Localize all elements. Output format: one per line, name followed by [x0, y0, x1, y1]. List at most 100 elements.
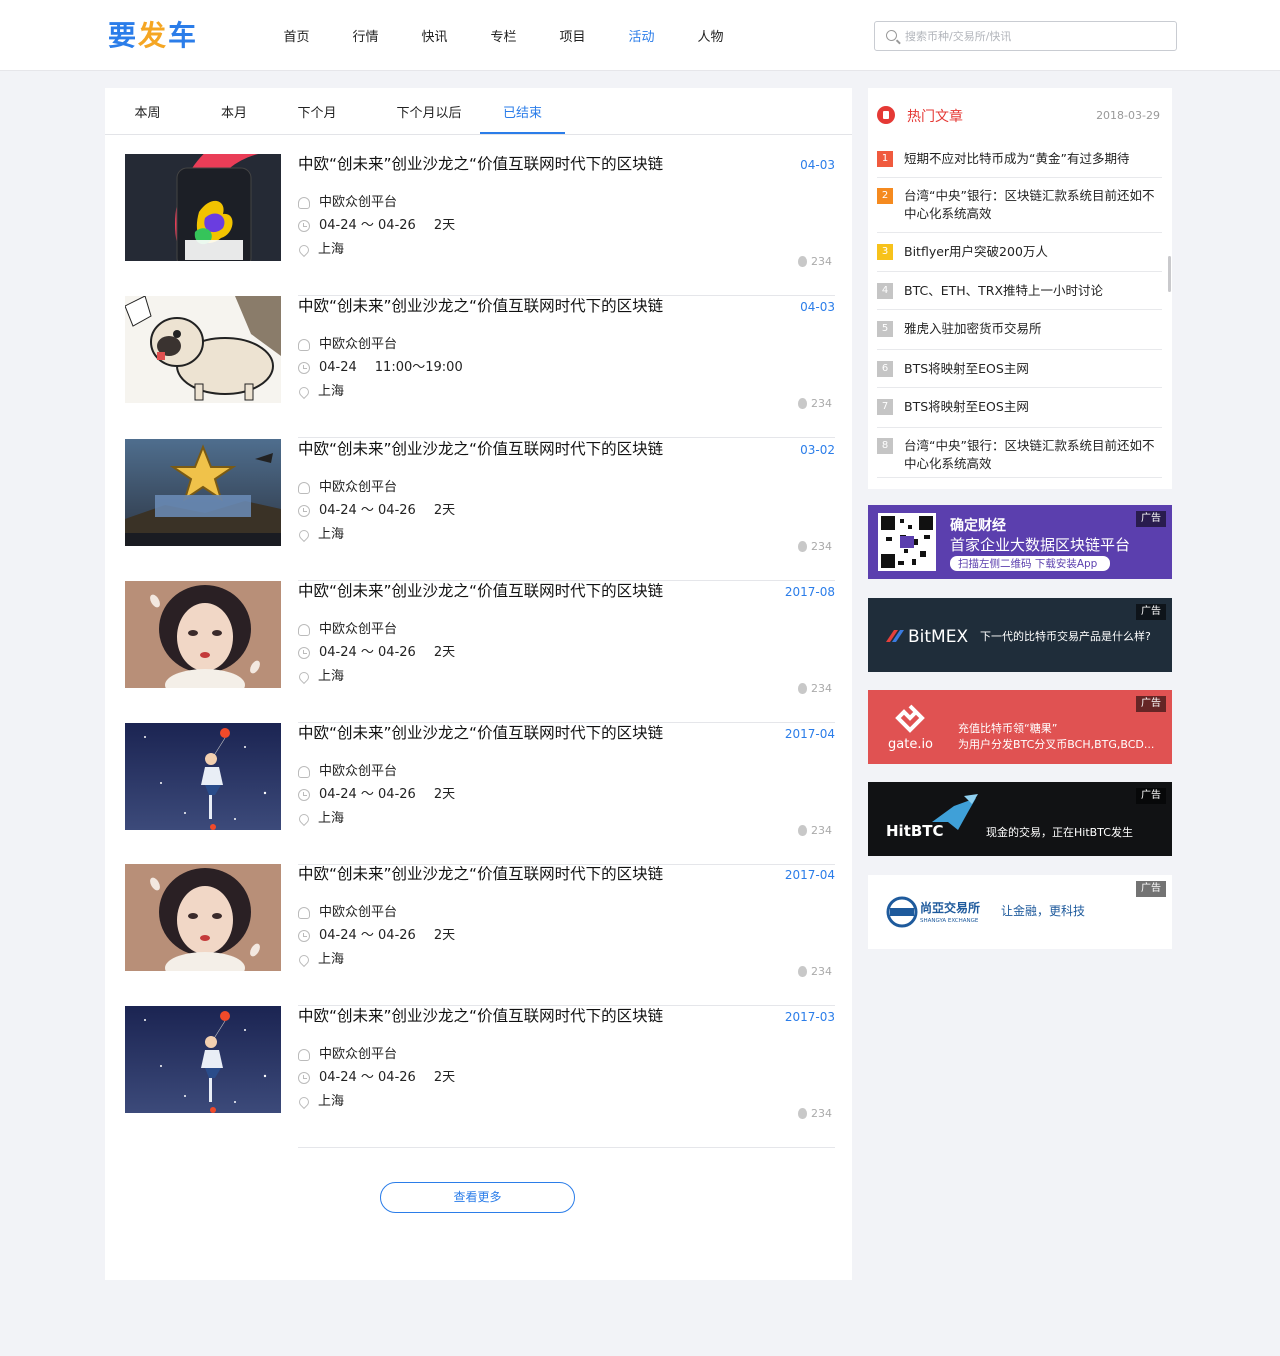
site-logo[interactable]: 要发车: [108, 18, 198, 54]
event-thumbnail[interactable]: [125, 296, 281, 403]
event-title[interactable]: 中欧“创未来”创业沙龙之“价值互联网时代下的区块链: [298, 864, 663, 884]
event-location: 上海: [318, 527, 345, 542]
fire-icon: [798, 398, 807, 409]
rank-badge: 4: [877, 283, 893, 299]
nav-item-1[interactable]: 行情: [331, 0, 400, 71]
location-pin-icon: [296, 527, 312, 543]
event-organizer-row: 中欧众创平台: [298, 763, 397, 781]
hot-article-item[interactable]: 1 短期不应对比特币成为“黄金”有过多期待: [877, 140, 1162, 178]
event-organizer: 中欧众创平台: [319, 480, 398, 495]
ad-banner-2[interactable]: gate.io 充值比特币领“糖果” 为用户分发BTC分叉币BCH,BTG,BC…: [868, 690, 1172, 764]
hot-count-value: 234: [811, 682, 832, 695]
svg-text:首家企业大数据区块链平台: 首家企业大数据区块链平台: [950, 536, 1130, 554]
event-item[interactable]: 中欧“创未来”创业沙龙之“价值互联网时代下的区块链 2017-04 中欧众创平台…: [105, 723, 852, 865]
tab-3[interactable]: 下个月以后: [381, 88, 477, 135]
hot-article-item[interactable]: 3 Bitflyer用户突破200万人: [877, 233, 1162, 272]
event-hot-count: 234: [798, 682, 832, 695]
clock-icon: [298, 789, 310, 801]
hot-article-item[interactable]: 4 BTC、ETH、TRX推特上一小时讨论: [877, 272, 1162, 310]
hot-article-item[interactable]: 6 BTS将映射至EOS主网: [877, 350, 1162, 388]
event-hot-count: 234: [798, 255, 832, 268]
location-pin-icon: [296, 669, 312, 685]
event-item[interactable]: 中欧“创未来”创业沙龙之“价值互联网时代下的区块链 2017-04 中欧众创平台…: [105, 864, 852, 1006]
nav-item-3[interactable]: 专栏: [469, 0, 538, 71]
event-title[interactable]: 中欧“创未来”创业沙龙之“价值互联网时代下的区块链: [298, 581, 663, 601]
hot-article-title[interactable]: BTC、ETH、TRX推特上一小时讨论: [904, 282, 1159, 300]
nav-item-5[interactable]: 活动: [607, 0, 676, 71]
hot-count-value: 234: [811, 965, 832, 978]
hot-articles-date: 2018-03-29: [1096, 109, 1160, 122]
user-icon: [298, 624, 310, 636]
document-icon: [877, 106, 895, 124]
event-item[interactable]: 中欧“创未来”创业沙龙之“价值互联网时代下的区块链 04-03 中欧众创平台 0…: [105, 154, 852, 296]
event-date: 2017-04: [784, 868, 835, 882]
hot-count-value: 234: [811, 1107, 832, 1120]
ad-tag: 广告: [1136, 511, 1166, 527]
sidebar-scrollbar[interactable]: [1168, 256, 1171, 292]
event-location: 上海: [318, 669, 345, 684]
fire-icon: [798, 541, 807, 552]
hot-article-item[interactable]: 8 台湾“中央”银行：区块链汇款系统目前还如不中心化系统高效: [877, 428, 1162, 478]
hot-article-title[interactable]: 台湾“中央”银行：区块链汇款系统目前还如不中心化系统高效: [904, 187, 1159, 223]
tab-0[interactable]: 本周: [125, 88, 170, 135]
hot-article-title[interactable]: 雅虎入驻加密货币交易所: [904, 320, 1159, 338]
event-item[interactable]: 中欧“创未来”创业沙龙之“价值互联网时代下的区块链 03-02 中欧众创平台 0…: [105, 439, 852, 581]
rank-badge: 5: [877, 321, 893, 337]
tab-2[interactable]: 下个月: [295, 88, 339, 135]
event-duration: 11:00～19:00: [374, 360, 463, 375]
hot-article-item[interactable]: 5 雅虎入驻加密货币交易所: [877, 310, 1162, 350]
hot-article-title[interactable]: BTS将映射至EOS主网: [904, 398, 1159, 416]
svg-text:HitBTC: HitBTC: [886, 822, 944, 840]
ad-banner-4[interactable]: 尚亞交易所 SHANGYA EXCHANGE 让金融，更科技 广告: [868, 875, 1172, 949]
top-header: 要发车 首页 行情 快讯 专栏 项目 活动 人物: [0, 0, 1280, 71]
event-thumbnail[interactable]: [125, 723, 281, 830]
search-icon[interactable]: [886, 30, 897, 41]
hot-article-title[interactable]: 短期不应对比特币成为“黄金”有过多期待: [904, 150, 1159, 168]
hot-article-item[interactable]: 2 台湾“中央”银行：区块链汇款系统目前还如不中心化系统高效: [877, 178, 1162, 233]
event-organizer: 中欧众创平台: [319, 905, 398, 920]
nav-item-6[interactable]: 人物: [676, 0, 745, 71]
event-location: 上海: [318, 384, 345, 399]
event-title[interactable]: 中欧“创未来”创业沙龙之“价值互联网时代下的区块链: [298, 154, 663, 174]
event-location: 上海: [318, 811, 345, 826]
nav-item-0[interactable]: 首页: [262, 0, 331, 71]
hot-article-title[interactable]: Bitflyer用户突破200万人: [904, 243, 1159, 261]
nav-item-4[interactable]: 项目: [538, 0, 607, 71]
divider: [298, 437, 835, 438]
event-thumbnail[interactable]: [125, 581, 281, 688]
search-box: [874, 21, 1177, 51]
event-time-range: 04-24 ～ 04-26: [319, 787, 416, 802]
event-title[interactable]: 中欧“创未来”创业沙龙之“价值互联网时代下的区块链: [298, 1006, 663, 1026]
hot-article-item[interactable]: 7 BTS将映射至EOS主网: [877, 388, 1162, 428]
tab-1[interactable]: 本月: [210, 88, 258, 135]
event-time-row: 04-24 11:00～19:00: [298, 359, 463, 377]
ad-banner-1[interactable]: BitMEX 下一代的比特币交易产品是什么样? 广告: [868, 598, 1172, 672]
event-thumbnail[interactable]: [125, 154, 281, 261]
svg-text:让金融，更科技: 让金融，更科技: [1001, 903, 1085, 918]
event-thumbnail[interactable]: [125, 1006, 281, 1113]
clock-icon: [298, 1072, 310, 1084]
search-input[interactable]: [905, 26, 1165, 46]
event-title[interactable]: 中欧“创未来”创业沙龙之“价值互联网时代下的区块链: [298, 723, 663, 743]
event-item[interactable]: 中欧“创未来”创业沙龙之“价值互联网时代下的区块链 04-03 中欧众创平台 0…: [105, 296, 852, 438]
event-thumbnail[interactable]: [125, 439, 281, 546]
event-duration: 2天: [433, 787, 456, 802]
event-title[interactable]: 中欧“创未来”创业沙龙之“价值互联网时代下的区块链: [298, 439, 663, 459]
ad-banner-0[interactable]: 确定财经 首家企业大数据区块链平台 扫描左侧二维码 下载安装App 广告: [868, 505, 1172, 579]
event-title[interactable]: 中欧“创未来”创业沙龙之“价值互联网时代下的区块链: [298, 296, 663, 316]
clock-icon: [298, 930, 310, 942]
event-thumbnail[interactable]: [125, 864, 281, 971]
load-more-button[interactable]: 查看更多: [380, 1182, 575, 1213]
svg-text:确定财经: 确定财经: [950, 517, 1006, 534]
event-time-row: 04-24 ～ 04-26 2天: [298, 1069, 455, 1087]
event-item[interactable]: 中欧“创未来”创业沙龙之“价值互联网时代下的区块链 2017-08 中欧众创平台…: [105, 581, 852, 723]
svg-text:gate.io: gate.io: [888, 737, 933, 752]
hot-article-title[interactable]: 台湾“中央”银行：区块链汇款系统目前还如不中心化系统高效: [904, 437, 1159, 473]
hot-article-title[interactable]: BTS将映射至EOS主网: [904, 360, 1159, 378]
clock-icon: [298, 220, 310, 232]
ad-banner-3[interactable]: HitBTC 现金的交易，正在HitBTC发生 广告: [868, 782, 1172, 856]
event-item[interactable]: 中欧“创未来”创业沙龙之“价值互联网时代下的区块链 2017-03 中欧众创平台…: [105, 1006, 852, 1148]
nav-item-2[interactable]: 快讯: [400, 0, 469, 71]
svg-text:充值比特币领“糖果”: 充值比特币领“糖果”: [958, 721, 1057, 735]
tab-4[interactable]: 已结束: [480, 88, 565, 134]
